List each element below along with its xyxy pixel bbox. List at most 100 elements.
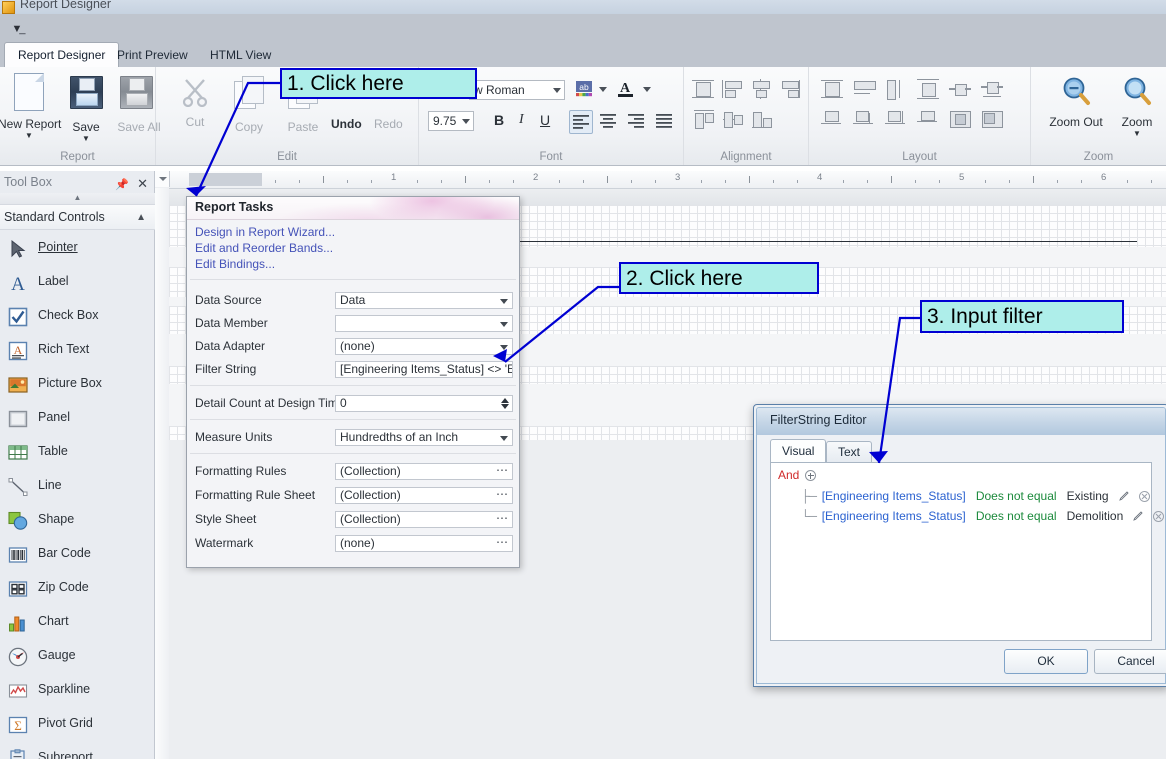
align-left-button[interactable] bbox=[569, 110, 593, 134]
save-dropdown-icon[interactable]: ▼ bbox=[55, 134, 117, 143]
add-condition-icon[interactable] bbox=[805, 470, 816, 481]
font-color-dropdown-icon[interactable] bbox=[643, 87, 651, 92]
link-design-in-report-wizard[interactable]: Design in Report Wizard... bbox=[195, 225, 335, 239]
formatting-rules-collection[interactable]: (Collection) ⋯ bbox=[335, 463, 513, 480]
tab-report-designer[interactable]: Report Designer bbox=[4, 42, 120, 68]
ellipsis-icon[interactable]: ⋯ bbox=[496, 464, 509, 478]
text-highlight-button[interactable]: ab bbox=[574, 79, 608, 103]
remove-horizontal-spacing-icon[interactable] bbox=[917, 109, 939, 129]
tab-visual[interactable]: Visual bbox=[770, 439, 827, 462]
align-lefts-icon[interactable] bbox=[721, 79, 743, 99]
zoom-out-button[interactable]: Zoom Out bbox=[1045, 71, 1107, 129]
toolbox-item-picture-box[interactable]: Picture Box bbox=[0, 366, 155, 400]
spinner-icon[interactable] bbox=[500, 396, 510, 411]
filter-string-input[interactable]: [Engineering Items_Status] <> 'E bbox=[335, 361, 513, 378]
tab-text[interactable]: Text bbox=[826, 441, 873, 462]
align-to-grid-icon[interactable] bbox=[692, 79, 714, 99]
cancel-button[interactable]: Cancel bbox=[1094, 649, 1166, 674]
size-to-grid-icon[interactable] bbox=[821, 79, 843, 99]
make-same-width-icon[interactable] bbox=[853, 79, 876, 99]
zoom-button[interactable]: Zoom ▼ bbox=[1106, 71, 1166, 138]
align-centers-icon[interactable] bbox=[750, 79, 772, 99]
filter-conditions-panel[interactable]: And ├─ [Engineering Items_Status] Does n… bbox=[770, 462, 1165, 641]
make-same-size-icon[interactable] bbox=[917, 79, 939, 99]
condition-value[interactable]: Demolition bbox=[1067, 509, 1124, 523]
align-middles-icon[interactable] bbox=[723, 109, 745, 129]
quick-access-dropdown-icon[interactable]: ▼̲ bbox=[8, 21, 26, 37]
condition-field[interactable]: [Engineering Items_Status] bbox=[822, 509, 966, 523]
align-tops-icon[interactable] bbox=[694, 109, 716, 129]
toolbox-item-bar-code[interactable]: Bar Code bbox=[0, 536, 155, 570]
ellipsis-icon[interactable]: ⋯ bbox=[496, 512, 509, 526]
toolbox-item-sparkline[interactable]: Sparkline bbox=[0, 672, 155, 706]
formatting-rule-sheet-collection[interactable]: (Collection) ⋯ bbox=[335, 487, 513, 504]
detail-count-stepper[interactable]: 0 bbox=[335, 395, 513, 412]
align-center-button[interactable] bbox=[597, 110, 621, 134]
condition-value[interactable]: Existing bbox=[1067, 489, 1109, 503]
toolbox-item-check-box[interactable]: Check Box bbox=[0, 298, 155, 332]
italic-button[interactable]: I bbox=[519, 112, 524, 128]
underline-button[interactable]: U bbox=[540, 112, 550, 128]
highlight-dropdown-icon[interactable] bbox=[599, 87, 607, 92]
toolbox-item-line[interactable]: Line bbox=[0, 468, 155, 502]
ellipsis-icon[interactable]: ⋯ bbox=[496, 488, 509, 502]
undo-button[interactable]: Undo bbox=[331, 117, 362, 131]
tab-html-view[interactable]: HTML View bbox=[197, 43, 284, 67]
toolbox-item-gauge[interactable]: Gauge bbox=[0, 638, 155, 672]
toolbox-item-zip-code[interactable]: Zip Code bbox=[0, 570, 155, 604]
toolbox-item-subreport[interactable]: Subreport bbox=[0, 740, 155, 759]
align-horizontal-spacing-icon[interactable] bbox=[821, 109, 843, 129]
data-adapter-combo[interactable]: (none) bbox=[335, 338, 513, 355]
align-right-button[interactable] bbox=[625, 110, 649, 134]
decrease-horizontal-spacing-icon[interactable] bbox=[885, 109, 907, 129]
data-source-combo[interactable]: Data bbox=[335, 292, 513, 309]
increase-horizontal-spacing-icon[interactable] bbox=[853, 109, 875, 129]
align-bottoms-icon[interactable] bbox=[752, 109, 774, 129]
delete-condition-icon[interactable] bbox=[1153, 511, 1165, 522]
toolbox-item-panel[interactable]: Panel bbox=[0, 400, 155, 434]
toolbox-item-pivot-grid[interactable]: Σ Pivot Grid bbox=[0, 706, 155, 740]
close-icon[interactable]: ✕ bbox=[137, 173, 148, 195]
cut-button[interactable]: Cut bbox=[164, 71, 226, 129]
font-family-combo[interactable]: w Roman bbox=[469, 80, 565, 100]
font-size-combo[interactable]: 9.75 bbox=[428, 111, 474, 131]
group-operator-and[interactable]: And bbox=[778, 468, 799, 482]
edit-pencil-icon[interactable] bbox=[1133, 511, 1143, 521]
data-member-combo[interactable] bbox=[335, 315, 513, 332]
align-rights-icon[interactable] bbox=[779, 79, 801, 99]
ellipsis-icon[interactable]: ⋯ bbox=[496, 536, 509, 550]
condition-operator[interactable]: Does not equal bbox=[976, 489, 1057, 503]
watermark-editor[interactable]: (none) ⋯ bbox=[335, 535, 513, 552]
toolbox-item-table[interactable]: Table bbox=[0, 434, 155, 468]
ok-button[interactable]: OK bbox=[1004, 649, 1088, 674]
delete-condition-icon[interactable] bbox=[1138, 491, 1150, 502]
font-color-button[interactable]: A bbox=[616, 79, 652, 103]
new-report-dropdown-icon[interactable]: ▼ bbox=[0, 131, 60, 140]
toolbox-section-standard-controls[interactable]: Standard Controls ▲ bbox=[0, 205, 155, 230]
toolbox-item-shape[interactable]: Shape bbox=[0, 502, 155, 536]
style-sheet-collection[interactable]: (Collection) ⋯ bbox=[335, 511, 513, 528]
toolbox-item-chart[interactable]: Chart bbox=[0, 604, 155, 638]
bring-to-front-icon[interactable] bbox=[949, 109, 971, 129]
make-same-height-icon[interactable] bbox=[885, 79, 907, 100]
toolbox-collapse-strip[interactable]: ▲ bbox=[0, 193, 155, 205]
toolbox-item-label[interactable]: A Label bbox=[0, 264, 155, 298]
measure-units-combo[interactable]: Hundredths of an Inch bbox=[335, 429, 513, 446]
toolbox-item-pointer[interactable]: Pointer bbox=[0, 230, 155, 264]
link-edit-bindings[interactable]: Edit Bindings... bbox=[195, 257, 275, 271]
edit-pencil-icon[interactable] bbox=[1118, 491, 1129, 501]
new-report-button[interactable]: New Report ▼ bbox=[0, 71, 61, 140]
center-vertically-icon[interactable] bbox=[981, 79, 1003, 99]
align-justify-button[interactable] bbox=[653, 110, 677, 134]
center-horizontally-icon[interactable] bbox=[949, 79, 971, 99]
redo-button[interactable]: Redo bbox=[374, 117, 403, 131]
filter-condition-row[interactable]: └─ [Engineering Items_Status] Does not e… bbox=[801, 509, 1165, 523]
send-to-back-icon[interactable] bbox=[981, 109, 1003, 129]
condition-operator[interactable]: Does not equal bbox=[976, 509, 1057, 523]
tab-print-preview[interactable]: Print Preview bbox=[104, 43, 201, 67]
copy-button[interactable]: Copy bbox=[218, 71, 280, 134]
filter-condition-row[interactable]: ├─ [Engineering Items_Status] Does not e… bbox=[801, 489, 1150, 503]
toolbox-item-rich-text[interactable]: A Rich Text bbox=[0, 332, 155, 366]
bold-button[interactable]: B bbox=[494, 112, 504, 128]
condition-field[interactable]: [Engineering Items_Status] bbox=[822, 489, 966, 503]
